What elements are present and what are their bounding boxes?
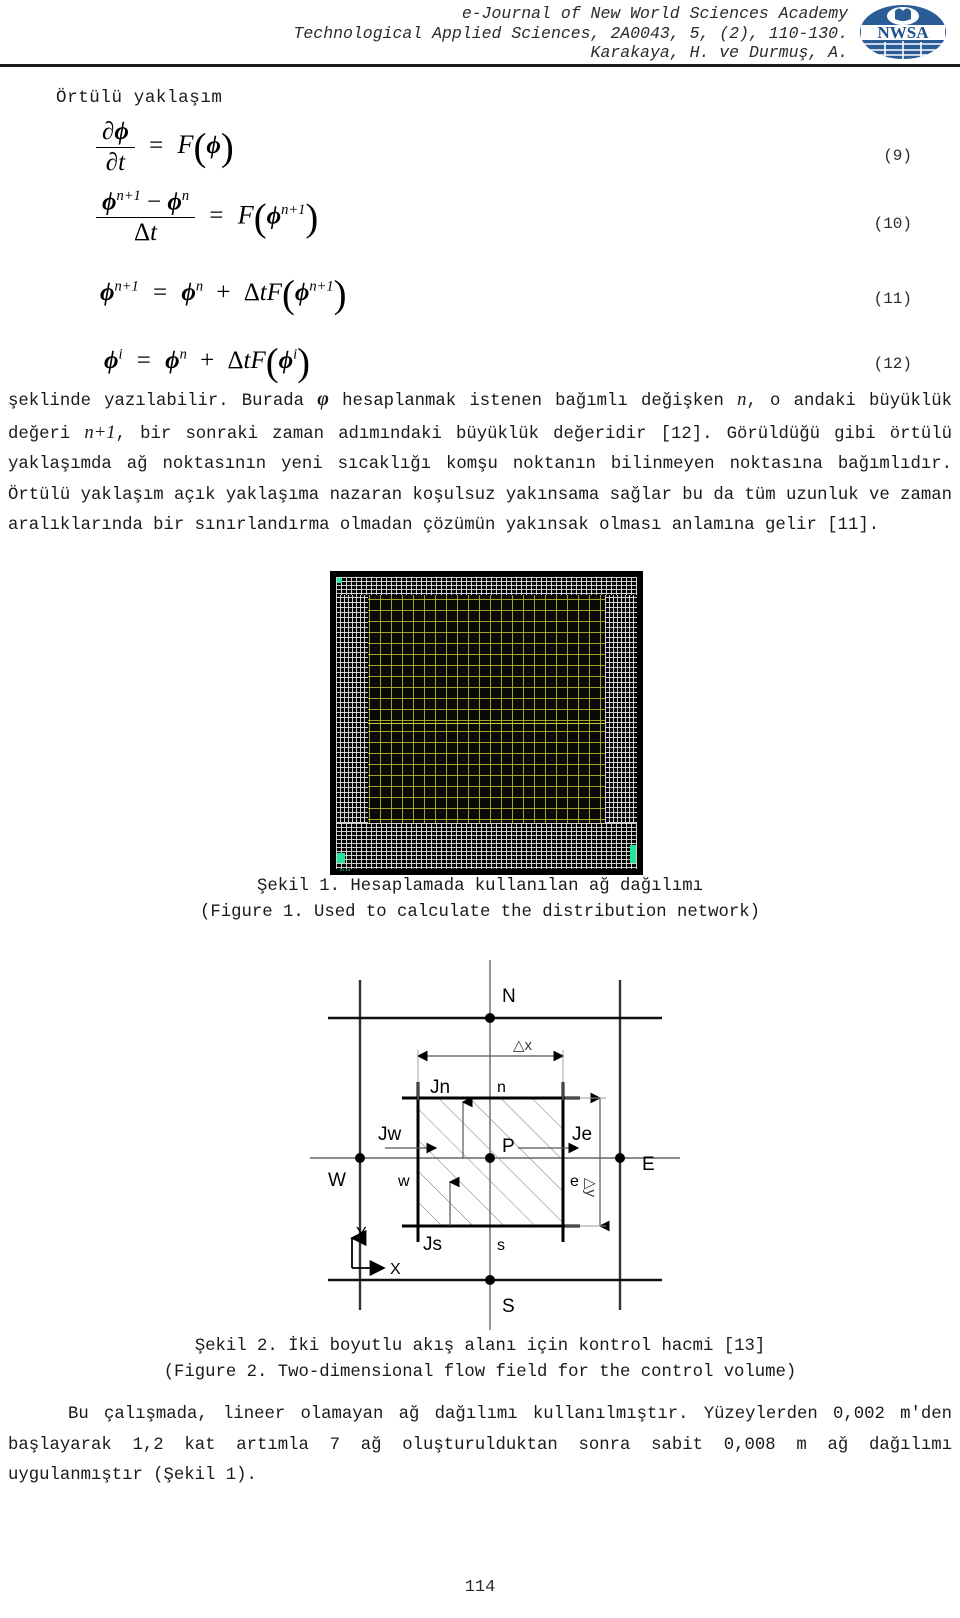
para1-n-plus-1-symbol: n+1 [84,421,116,443]
label-north: N [502,986,516,1007]
figure-2-caption-tr: Şekil 2. İki boyutlu akış alanı için kon… [194,1337,766,1356]
node-dot-south [485,1275,495,1285]
equation-number-12: (12) [873,355,912,373]
nwsa-logo: NWSA [855,3,952,61]
label-face-w: w [397,1173,410,1190]
label-dim-y: △y [582,1178,599,1198]
node-dot-west [355,1153,365,1163]
paragraph-explanation: şeklinde yazılabilir. Burada φ hesaplanm… [8,384,952,542]
equation-number-9: (9) [883,147,912,165]
label-dim-x: △x [513,1037,533,1054]
label-face-e: e [570,1173,579,1190]
header-citation: e-Journal of New World Sciences Academy … [294,4,849,63]
mesh-grid-dense-bottom [336,823,637,869]
figure-2-caption-en: (Figure 2. Two-dimensional flow field fo… [163,1363,797,1382]
header-divider [0,64,960,67]
equation-11: ϕn+1 = ϕn + ΔtF(ϕn+1) [100,273,347,316]
equation-number-11: (11) [873,290,912,308]
page-header: e-Journal of New World Sciences Academy … [0,0,960,67]
mesh-corner-label: Grid [340,869,351,873]
label-flux-s: Js [423,1234,442,1255]
figure-1-caption-en: (Figure 1. Used to calculate the distrib… [199,903,760,922]
para1-part-b: hesaplanmak istenen bağımlı değişken [328,392,738,411]
mesh-marker-bottom-right [630,845,636,863]
para1-part-d: , bir sonraki zaman adımındaki büyüklük … [8,424,952,536]
label-center: P [502,1136,515,1157]
node-dot-north [485,1013,495,1023]
label-west: W [328,1170,346,1191]
paragraph-mesh-description: Bu çalışmada, lineer olamayan ağ dağılım… [8,1405,952,1485]
journal-authors: Karakaya, H. ve Durmuş, A. [590,43,848,62]
label-axis-y: Y [356,1225,367,1242]
label-east: E [642,1154,655,1175]
page-number: 114 [464,1578,496,1597]
journal-issue: Technological Applied Sciences, 2A0043, … [293,23,849,43]
para1-part-a: şeklinde yazılabilir. Burada [8,392,318,411]
section-heading: Örtülü yaklaşım [56,88,223,108]
node-dot-east [615,1153,625,1163]
figure-2-control-volume-diagram: N S W E P n s w e Jn Js Jw Je △x △y Y X [290,950,690,1340]
para1-phi-symbol: φ [317,388,329,410]
figure-1-caption-tr: Şekil 1. Hesaplamada kullanılan ağ dağıl… [257,877,703,896]
label-flux-w: Jw [378,1124,402,1145]
mesh-marker-top-left [337,578,342,583]
label-south: S [502,1296,515,1317]
figure-1-mesh-image: Grid [330,571,643,875]
mesh-grid-dense-top [336,577,637,595]
label-flux-e: Je [572,1124,592,1145]
label-axis-x: X [390,1261,401,1278]
equation-9: ∂ϕ ∂t = F(ϕ) [96,118,234,177]
mesh-midline [336,723,637,724]
mesh-marker-bottom-left [337,853,345,863]
node-dot-center [485,1153,495,1163]
equation-number-10: (10) [873,215,912,233]
equation-10: ϕn+1 − ϕn Δt = F(ϕn+1) [96,188,318,247]
logo-text: NWSA [877,23,929,42]
equation-12: ϕi = ϕn + ΔtF(ϕi) [104,341,311,384]
journal-name: e-Journal of New World Sciences Academy [461,4,848,23]
label-face-s: s [497,1237,505,1254]
label-face-n: n [497,1079,506,1096]
label-flux-n: Jn [430,1077,450,1098]
